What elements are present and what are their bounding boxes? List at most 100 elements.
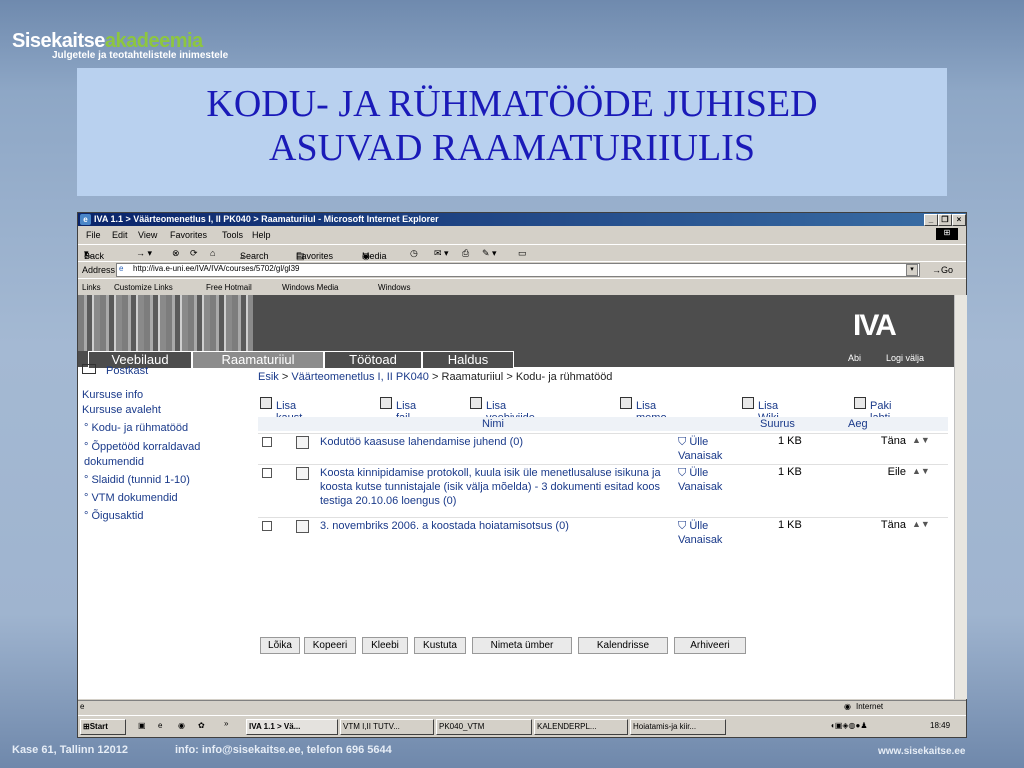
iva-logo[interactable]: IVA (853, 309, 897, 343)
row-age: Täna (880, 519, 906, 531)
add-wiki-button[interactable]: Lisa Wiki (742, 397, 779, 424)
quicklaunch-media-icon[interactable]: ◉ (178, 721, 185, 730)
row-count: (0) (442, 495, 457, 507)
link-hotmail[interactable]: Free Hotmail (206, 283, 252, 292)
minimize-icon[interactable]: _ (924, 214, 938, 226)
taskbar-item-iva[interactable]: IVA 1.1 > Vä... (246, 719, 338, 735)
row-size: 1 KB (778, 519, 802, 531)
row-title[interactable]: Koosta kinnipidamise protokoll, kuula is… (320, 466, 665, 508)
discuss-icon[interactable]: ▭ (518, 248, 527, 259)
add-memo-button[interactable]: Lisa memo (620, 397, 667, 424)
crumb-course[interactable]: Väärteomenetlus I, II PK040 (291, 371, 429, 383)
restore-icon[interactable]: ❐ (938, 214, 952, 226)
sidebar-item-oppetood[interactable]: ° Õppetööd korraldavad dokumendid (84, 440, 250, 470)
sidebar-item-kodu[interactable]: ° Kodu- ja rühmatööd (84, 422, 188, 434)
row-checkbox[interactable] (262, 521, 272, 531)
forward-button[interactable]: → ▾ (136, 248, 152, 259)
column-name[interactable]: Nimi (482, 418, 504, 430)
menu-edit[interactable]: Edit (112, 230, 128, 240)
tray-icons[interactable]: ◖▣◈◍●♟ (830, 721, 868, 730)
unpack-button[interactable]: Paki lahti (854, 397, 891, 424)
sidebar-item-vtm[interactable]: ° VTM dokumendid (84, 492, 178, 504)
menu-tools[interactable]: Tools (222, 230, 243, 240)
back-button[interactable]: ⇦ Back ▾ (84, 248, 104, 261)
quicklaunch-more-icon[interactable]: » (224, 719, 228, 728)
row-checkbox[interactable] (262, 468, 272, 478)
column-size[interactable]: Suurus (760, 418, 795, 430)
sidebar: Postkast Kursuse info Kursuse avaleht ° … (78, 364, 253, 699)
sidebar-item-oigusaktid[interactable]: ° Õigusaktid (84, 510, 143, 522)
menu-file[interactable]: File (86, 230, 101, 240)
link-windows-media[interactable]: Windows Media (282, 283, 338, 292)
sidebar-item-slaidid[interactable]: ° Slaidid (tunnid 1-10) (84, 474, 190, 486)
move-arrows-icon[interactable]: ▲▼ (912, 519, 930, 529)
unpack-icon (854, 397, 866, 409)
memo-icon (296, 436, 309, 449)
go-button[interactable]: →Go (932, 265, 953, 275)
brand-accent: akadeemia (104, 30, 203, 52)
row-owner[interactable]: ⛉ Ülle Vanaisak (678, 519, 752, 547)
link-customize[interactable]: Customize Links (114, 283, 173, 292)
taskbar-item-kalender[interactable]: KALENDERPL... (534, 719, 628, 735)
footer-address: Kase 61, Tallinn 12012 (12, 744, 128, 756)
sidebar-postkast[interactable]: Postkast (82, 364, 148, 377)
home-icon[interactable]: ⌂ (210, 248, 215, 258)
row-owner[interactable]: ⛉ Ülle Vanaisak (678, 466, 752, 494)
print-icon[interactable]: ⎙ (462, 248, 469, 259)
close-icon[interactable]: × (952, 214, 966, 226)
menu-view[interactable]: View (138, 230, 157, 240)
logout-link[interactable]: Logi välja (886, 353, 924, 363)
quicklaunch-desktop-icon[interactable]: ▣ (138, 721, 146, 730)
sidebar-kursuse-avaleht[interactable]: Kursuse avaleht (82, 404, 161, 416)
sidebar-item-label: Õigusaktid (91, 510, 144, 522)
sidebar-item-label: VTM dokumendid (91, 492, 178, 504)
paste-button[interactable]: Kleebi (362, 637, 408, 654)
crumb-esik[interactable]: Esik (258, 371, 279, 383)
address-input[interactable]: e http://iva.e-uni.ee/IVA/IVA/courses/57… (116, 263, 920, 277)
help-link[interactable]: Abi (848, 353, 861, 363)
row-title[interactable]: 3. novembriks 2006. a koostada hoiatamis… (320, 519, 665, 533)
menu-favorites[interactable]: Favorites (170, 230, 207, 240)
taskbar-item-hoiatamis[interactable]: Hoiatamis-ja kiir... (630, 719, 726, 735)
tab-raamaturiiul[interactable]: Raamaturiiul (192, 351, 324, 368)
vertical-scrollbar[interactable] (954, 295, 967, 699)
move-arrows-icon[interactable]: ▲▼ (912, 435, 930, 445)
menu-help[interactable]: Help (252, 230, 271, 240)
link-windows[interactable]: Windows (378, 283, 410, 292)
copy-button[interactable]: Kopeeri (304, 637, 356, 654)
quicklaunch-messenger-icon[interactable]: ✿ (198, 721, 205, 730)
crumb-shelf[interactable]: Raamaturiiul (442, 371, 504, 383)
address-dropdown-icon[interactable]: ▾ (906, 264, 918, 276)
add-file-button[interactable]: Lisa fail (380, 397, 416, 424)
delete-button[interactable]: Kustuta (414, 637, 466, 654)
rename-button[interactable]: Nimeta ümber (472, 637, 572, 654)
links-label: Links (82, 283, 101, 292)
taskbar-item-vtm[interactable]: VTM I,II TUTV... (340, 719, 434, 735)
calendar-button[interactable]: Kalendrisse (578, 637, 668, 654)
row-title[interactable]: Kodutöö kaasuse lahendamise juhend (0) (320, 435, 665, 449)
cut-button[interactable]: Lõika (260, 637, 300, 654)
mail-icon[interactable]: ✉ ▾ (434, 248, 449, 259)
column-age[interactable]: Aeg (848, 418, 868, 430)
sidebar-kursuse-info[interactable]: Kursuse info (82, 389, 143, 401)
add-folder-button[interactable]: Lisa kaust (260, 397, 302, 424)
row-owner[interactable]: ⛉ Ülle Vanaisak (678, 435, 752, 463)
address-bar: Address e http://iva.e-uni.ee/IVA/IVA/co… (78, 261, 966, 278)
action-bar: Lisa kaust Lisa fail Lisa veebiviide Lis… (258, 394, 948, 424)
history-icon[interactable]: ◷ (410, 248, 418, 259)
taskbar-item-pk040[interactable]: PK040_VTM (436, 719, 532, 735)
refresh-icon[interactable]: ⟳ (190, 248, 198, 259)
move-arrows-icon[interactable]: ▲▼ (912, 466, 930, 476)
crumb-sep: > (506, 371, 513, 383)
link-icon (470, 397, 482, 409)
tab-haldus[interactable]: Haldus (422, 351, 514, 368)
add-weblink-button[interactable]: Lisa veebiviide (470, 397, 535, 424)
start-button[interactable]: ⊞Start (80, 719, 126, 735)
row-checkbox[interactable] (262, 437, 272, 447)
tab-tootoad[interactable]: Töötoad (324, 351, 422, 368)
stop-icon[interactable]: ⊗ (172, 248, 180, 259)
quicklaunch-ie-icon[interactable]: e (158, 721, 162, 730)
sidebar-postkast-label: Postkast (106, 365, 149, 377)
edit-icon[interactable]: ✎ ▾ (482, 248, 497, 259)
archive-button[interactable]: Arhiveeri (674, 637, 746, 654)
